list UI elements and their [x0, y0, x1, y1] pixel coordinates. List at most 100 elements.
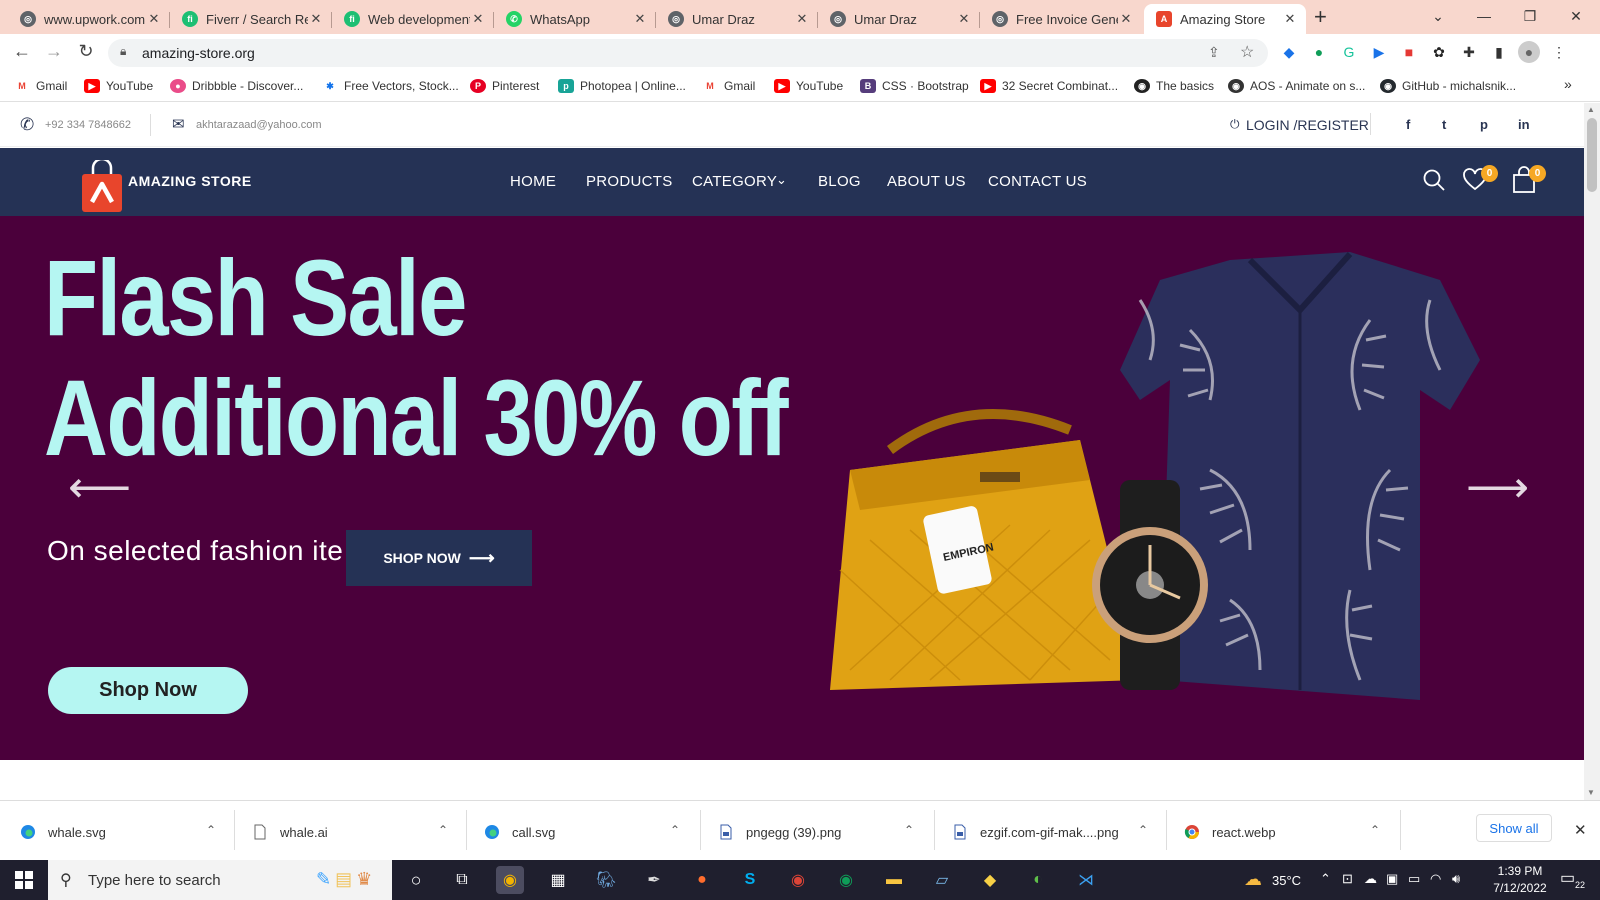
- notification-icon[interactable]: ▭: [1560, 868, 1575, 888]
- close-icon[interactable]: ✕: [632, 11, 648, 27]
- notepad-taskbar-icon[interactable]: ▱: [928, 866, 956, 894]
- close-downloads-icon[interactable]: ✕: [1574, 821, 1587, 839]
- browser-tab-active[interactable]: A Amazing Store ✕: [1144, 4, 1306, 34]
- bookmark-item[interactable]: p Photopea | Online...: [558, 76, 686, 96]
- nav-about-us[interactable]: ABOUT US: [887, 173, 966, 190]
- chrome-profile-taskbar-icon[interactable]: ◉: [832, 866, 860, 894]
- brand-name[interactable]: AMAZING STORE: [128, 173, 252, 189]
- app-taskbar-icon[interactable]: ●: [688, 866, 716, 894]
- more-bookmarks-icon[interactable]: »: [1564, 76, 1572, 92]
- show-all-downloads-button[interactable]: Show all: [1476, 814, 1552, 842]
- login-register-link[interactable]: LOGIN /REGISTER: [1246, 117, 1369, 133]
- address-bar[interactable]: [108, 39, 1268, 67]
- pen-tool-taskbar-icon[interactable]: ✒: [640, 866, 668, 894]
- close-icon[interactable]: ✕: [146, 11, 162, 27]
- new-tab-button[interactable]: +: [1314, 4, 1327, 30]
- menu-kebab-icon[interactable]: ⋮: [1548, 41, 1570, 63]
- cortana-icon[interactable]: ○: [402, 866, 430, 894]
- task-view-icon[interactable]: ⧉: [448, 866, 476, 894]
- bookmark-item[interactable]: P Pinterest: [470, 76, 539, 96]
- tray-app-icon[interactable]: ▣: [1386, 871, 1398, 887]
- search-icon[interactable]: [1422, 168, 1446, 197]
- forward-icon[interactable]: →: [40, 39, 68, 63]
- battery-icon[interactable]: ▭: [1408, 871, 1420, 887]
- chevron-up-icon[interactable]: ⌃: [1370, 823, 1380, 837]
- bookmark-item[interactable]: M Gmail: [14, 76, 67, 96]
- close-icon[interactable]: ✕: [308, 11, 324, 27]
- linkedin-icon[interactable]: in: [1518, 117, 1530, 132]
- extension-icon[interactable]: ◆: [1278, 41, 1300, 63]
- nav-home[interactable]: HOME: [510, 173, 556, 190]
- tray-app-icon[interactable]: ⊡: [1342, 871, 1353, 887]
- volume-icon[interactable]: 🔊︎: [1452, 871, 1460, 887]
- bookmark-item[interactable]: M Gmail: [702, 76, 755, 96]
- tab-search-icon[interactable]: ⌄: [1416, 0, 1460, 32]
- url-text[interactable]: amazing-store.org: [142, 45, 255, 61]
- bookmark-item[interactable]: B CSS · Bootstrap: [860, 76, 969, 96]
- bookmark-item[interactable]: ◉ AOS - Animate on s...: [1228, 76, 1365, 96]
- profile-avatar[interactable]: ●: [1518, 41, 1540, 63]
- bookmark-item[interactable]: ◉ GitHub - michalsnik...: [1380, 76, 1516, 96]
- nav-contact-us[interactable]: CONTACT US: [988, 173, 1087, 190]
- browser-tab[interactable]: fi Web development ✕: [332, 4, 494, 34]
- share-icon[interactable]: ⇪: [1208, 44, 1220, 61]
- pinterest-icon[interactable]: p: [1480, 117, 1488, 132]
- download-item[interactable]: whale.svg: [20, 821, 106, 843]
- bookmark-item[interactable]: ▶ 32 Secret Combinat...: [980, 76, 1118, 96]
- reload-icon[interactable]: ↻: [72, 39, 100, 63]
- side-panel-icon[interactable]: ▮: [1488, 41, 1510, 63]
- chevron-up-icon[interactable]: ⌃: [1320, 871, 1331, 887]
- minimize-button[interactable]: —: [1462, 0, 1506, 32]
- shop-now-pill-button[interactable]: Shop Now: [48, 667, 248, 714]
- bookmark-item[interactable]: ● Dribbble - Discover...: [170, 76, 303, 96]
- scroll-up-icon[interactable]: ▲: [1587, 105, 1595, 114]
- nav-blog[interactable]: BLOG: [818, 173, 861, 190]
- vscode-taskbar-icon[interactable]: ⋊: [1072, 866, 1100, 894]
- email-address[interactable]: akhtarazaad@yahoo.com: [196, 119, 322, 131]
- bookmark-item[interactable]: ✱ Free Vectors, Stock...: [322, 76, 459, 96]
- window-close-button[interactable]: ✕: [1554, 0, 1598, 32]
- taskbar-clock[interactable]: 1:39 PM 7/12/2022: [1488, 864, 1552, 895]
- extension-icon[interactable]: ■: [1398, 41, 1420, 63]
- close-icon[interactable]: ✕: [794, 11, 810, 27]
- close-icon[interactable]: ✕: [956, 11, 972, 27]
- carousel-prev-arrow-icon[interactable]: ⟵: [68, 462, 131, 513]
- chrome-taskbar-icon[interactable]: ◉: [496, 866, 524, 894]
- windows-start-icon[interactable]: [10, 866, 38, 894]
- download-item[interactable]: whale.ai: [252, 821, 328, 843]
- browser-tab[interactable]: ✆ WhatsApp ✕: [494, 4, 656, 34]
- download-item[interactable]: pngegg (39).png: [718, 821, 841, 843]
- scrollbar-thumb[interactable]: [1587, 118, 1597, 192]
- extension-icon[interactable]: ✿: [1428, 41, 1450, 63]
- extension-icon[interactable]: ●: [1308, 41, 1330, 63]
- chevron-up-icon[interactable]: ⌃: [1138, 823, 1148, 837]
- phone-number[interactable]: +92 334 7848662: [45, 119, 131, 131]
- browser-tab[interactable]: ◎ www.upwork.com ✕: [8, 4, 170, 34]
- extension-icon[interactable]: ▶: [1368, 41, 1390, 63]
- git-taskbar-icon[interactable]: ◆: [976, 866, 1004, 894]
- twitter-icon[interactable]: t: [1442, 117, 1446, 132]
- file-explorer-taskbar-icon[interactable]: ▬: [880, 866, 908, 894]
- close-icon[interactable]: ✕: [470, 11, 486, 27]
- download-item[interactable]: ezgif.com-gif-mak....png: [952, 821, 1119, 843]
- download-item[interactable]: react.webp: [1184, 821, 1276, 843]
- chevron-up-icon[interactable]: ⌃: [206, 823, 216, 837]
- page-scrollbar[interactable]: [1584, 103, 1600, 800]
- restore-button[interactable]: ❐: [1508, 0, 1552, 32]
- bookmark-item[interactable]: ▶ YouTube: [774, 76, 843, 96]
- bookmark-item[interactable]: ◉ The basics: [1134, 76, 1214, 96]
- scroll-down-icon[interactable]: ▼: [1587, 788, 1595, 797]
- chrome-profile-taskbar-icon[interactable]: ◉: [784, 866, 812, 894]
- chevron-up-icon[interactable]: ⌃: [438, 823, 448, 837]
- bookmark-item[interactable]: ▶ YouTube: [84, 76, 153, 96]
- close-icon[interactable]: ✕: [1282, 11, 1298, 27]
- close-icon[interactable]: ✕: [1118, 11, 1134, 27]
- store-taskbar-icon[interactable]: ▦: [544, 866, 572, 894]
- store-logo[interactable]: [80, 157, 124, 217]
- chevron-up-icon[interactable]: ⌃: [904, 823, 914, 837]
- browser-tab[interactable]: ◎ Umar Draz ✕: [818, 4, 980, 34]
- taskbar-search-placeholder[interactable]: Type here to search: [88, 872, 221, 889]
- bookmark-star-icon[interactable]: ☆: [1240, 42, 1254, 62]
- chevron-up-icon[interactable]: ⌃: [670, 823, 680, 837]
- puzzle-icon[interactable]: ✚: [1458, 41, 1480, 63]
